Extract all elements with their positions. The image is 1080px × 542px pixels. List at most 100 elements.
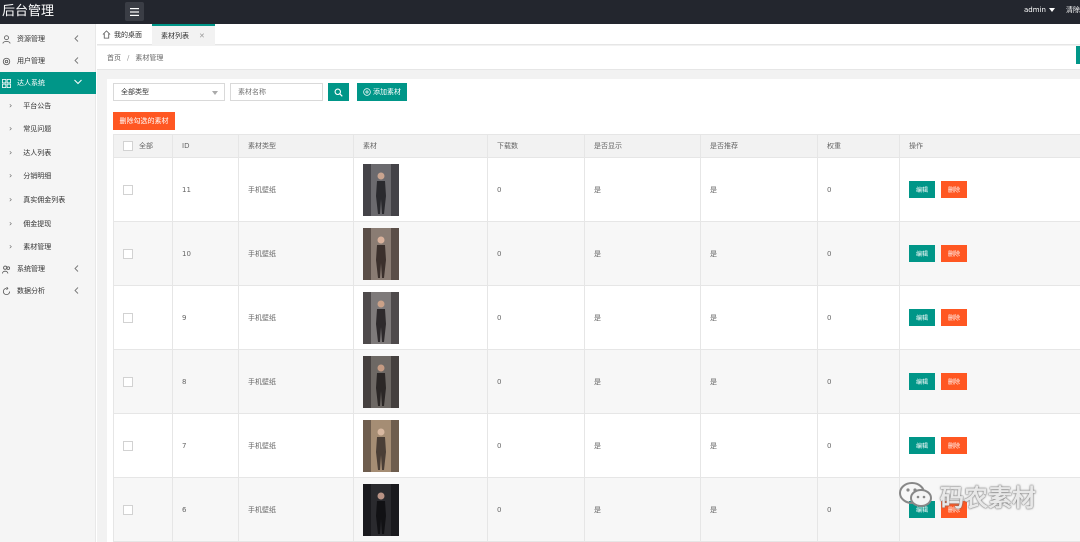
cell-select: [113, 285, 173, 350]
cell-select: [113, 349, 173, 414]
delete-selected-button[interactable]: 删除勾选的素材: [113, 112, 175, 130]
add-material-button[interactable]: 添加素材: [357, 83, 407, 101]
close-icon[interactable]: ✕: [199, 32, 205, 40]
edit-button[interactable]: 编辑: [909, 181, 935, 198]
material-thumbnail[interactable]: [363, 291, 399, 344]
sidebar-item-system[interactable]: 系统管理: [0, 258, 96, 280]
breadcrumb-current: 素材管理: [135, 53, 164, 62]
material-name-input[interactable]: [230, 83, 323, 101]
edit-button[interactable]: 编辑: [909, 437, 935, 454]
user-icon: [2, 34, 11, 44]
chevron-right-icon: ›: [9, 148, 13, 157]
delete-button[interactable]: 删除: [941, 245, 967, 262]
cell-actions: 编辑 删除: [899, 221, 1080, 286]
user-name: admin: [1024, 6, 1046, 14]
cell-id: 9: [172, 285, 239, 350]
cell-downloads: 0: [487, 157, 585, 222]
table-row: 9 手机壁纸 0 是是 0 编辑 删除: [113, 285, 1080, 350]
row-checkbox[interactable]: [123, 184, 133, 195]
cell-show: 是: [584, 221, 701, 286]
cell-type: 手机壁纸: [238, 477, 354, 542]
material-thumbnail[interactable]: [363, 419, 399, 472]
caret-down-icon: [1048, 8, 1055, 12]
tab-bar: 我的桌面 素材列表 ✕: [97, 24, 1080, 45]
table-row: 7 手机壁纸 0 是是 0 编辑 删除: [113, 413, 1080, 478]
sidebar-subitem-faq[interactable]: › 常见问题: [0, 117, 96, 140]
delete-button[interactable]: 删除: [941, 437, 967, 454]
cell-id: 11: [172, 157, 239, 222]
sidebar-subitem-withdrawals[interactable]: › 佣金提现: [0, 212, 96, 235]
breadcrumb-home[interactable]: 首页: [107, 53, 121, 63]
sidebar-item-users[interactable]: 用户管理: [0, 50, 96, 72]
delete-button[interactable]: 删除: [941, 309, 967, 326]
row-checkbox[interactable]: [123, 440, 133, 451]
cell-id: 10: [172, 221, 239, 286]
cell-downloads: 0: [487, 477, 585, 542]
cell-weight: 0: [817, 413, 900, 478]
col-downloads: 下载数: [487, 134, 585, 158]
sidebar-item-analytics[interactable]: 数据分析: [0, 280, 96, 302]
material-thumbnail[interactable]: [363, 483, 399, 536]
search-icon: [334, 88, 343, 97]
cell-recommend: 是: [700, 413, 818, 478]
row-checkbox[interactable]: [123, 312, 133, 323]
chevron-right-icon: ›: [9, 124, 13, 133]
material-thumbnail[interactable]: [363, 227, 399, 280]
row-checkbox[interactable]: [123, 248, 133, 259]
cell-material: [353, 349, 488, 414]
col-show: 是否显示: [584, 134, 701, 158]
top-extra-link[interactable]: 清除: [1066, 5, 1080, 15]
cell-material: [353, 221, 488, 286]
cell-show: 是: [584, 285, 701, 350]
cell-select: [113, 413, 173, 478]
material-card: 全部类型 添加素材 删除勾选的素材 全部 ID 素材类型 素材 下载数: [107, 79, 1080, 542]
cell-show: 是: [584, 349, 701, 414]
chevron-right-icon: ›: [9, 171, 13, 180]
hamburger-icon: [130, 7, 139, 16]
plus-circle-icon: [363, 88, 371, 96]
row-checkbox[interactable]: [123, 376, 133, 387]
search-button[interactable]: [328, 83, 349, 101]
row-checkbox[interactable]: [123, 504, 133, 515]
tab-material-list[interactable]: 素材列表 ✕: [152, 24, 215, 45]
sidebar-subitem-distribution-details[interactable]: › 分销明细: [0, 164, 96, 187]
material-thumbnail[interactable]: [363, 355, 399, 408]
delete-button[interactable]: 删除: [941, 373, 967, 390]
people-icon: [2, 265, 11, 274]
table-row: 11 手机壁纸 0 是是 0 编辑 删除: [113, 157, 1080, 222]
material-thumbnail[interactable]: [363, 163, 399, 216]
edit-button[interactable]: 编辑: [909, 245, 935, 262]
cell-weight: 0: [817, 285, 900, 350]
user-menu[interactable]: admin: [1024, 5, 1055, 15]
refresh-edge-button[interactable]: [1076, 46, 1080, 64]
menu-toggle-button[interactable]: [125, 2, 144, 21]
cell-material: [353, 157, 488, 222]
cell-type: 手机壁纸: [238, 349, 354, 414]
cell-id: 8: [172, 349, 239, 414]
delete-button[interactable]: 删除: [941, 181, 967, 198]
chevron-left-icon: [74, 35, 79, 42]
cell-show: 是: [584, 413, 701, 478]
cell-recommend: 是: [700, 349, 818, 414]
cell-downloads: 0: [487, 221, 585, 286]
cell-actions: 编辑 删除: [899, 413, 1080, 478]
chevron-right-icon: ›: [9, 242, 13, 251]
type-select[interactable]: 全部类型: [113, 83, 225, 101]
sidebar-subitem-talent-list[interactable]: › 达人列表: [0, 141, 96, 164]
sidebar-subitem-commission-list[interactable]: › 真实佣金列表: [0, 188, 96, 211]
col-recommend: 是否推荐: [700, 134, 818, 158]
sidebar-subitem-materials[interactable]: › 素材管理: [0, 235, 96, 258]
cell-downloads: 0: [487, 349, 585, 414]
sidebar-item-resources[interactable]: 资源管理: [0, 28, 96, 50]
tab-desktop[interactable]: 我的桌面: [102, 24, 142, 45]
sidebar-subitem-announcements[interactable]: › 平台公告: [0, 94, 96, 117]
sidebar-item-talent-system[interactable]: 达人系统: [0, 72, 96, 94]
chevron-right-icon: ›: [9, 219, 13, 228]
cell-show: 是: [584, 477, 701, 542]
select-all-checkbox[interactable]: [123, 141, 133, 151]
cell-select: [113, 477, 173, 542]
cell-select: [113, 157, 173, 222]
edit-button[interactable]: 编辑: [909, 373, 935, 390]
cell-show: 是: [584, 157, 701, 222]
edit-button[interactable]: 编辑: [909, 309, 935, 326]
